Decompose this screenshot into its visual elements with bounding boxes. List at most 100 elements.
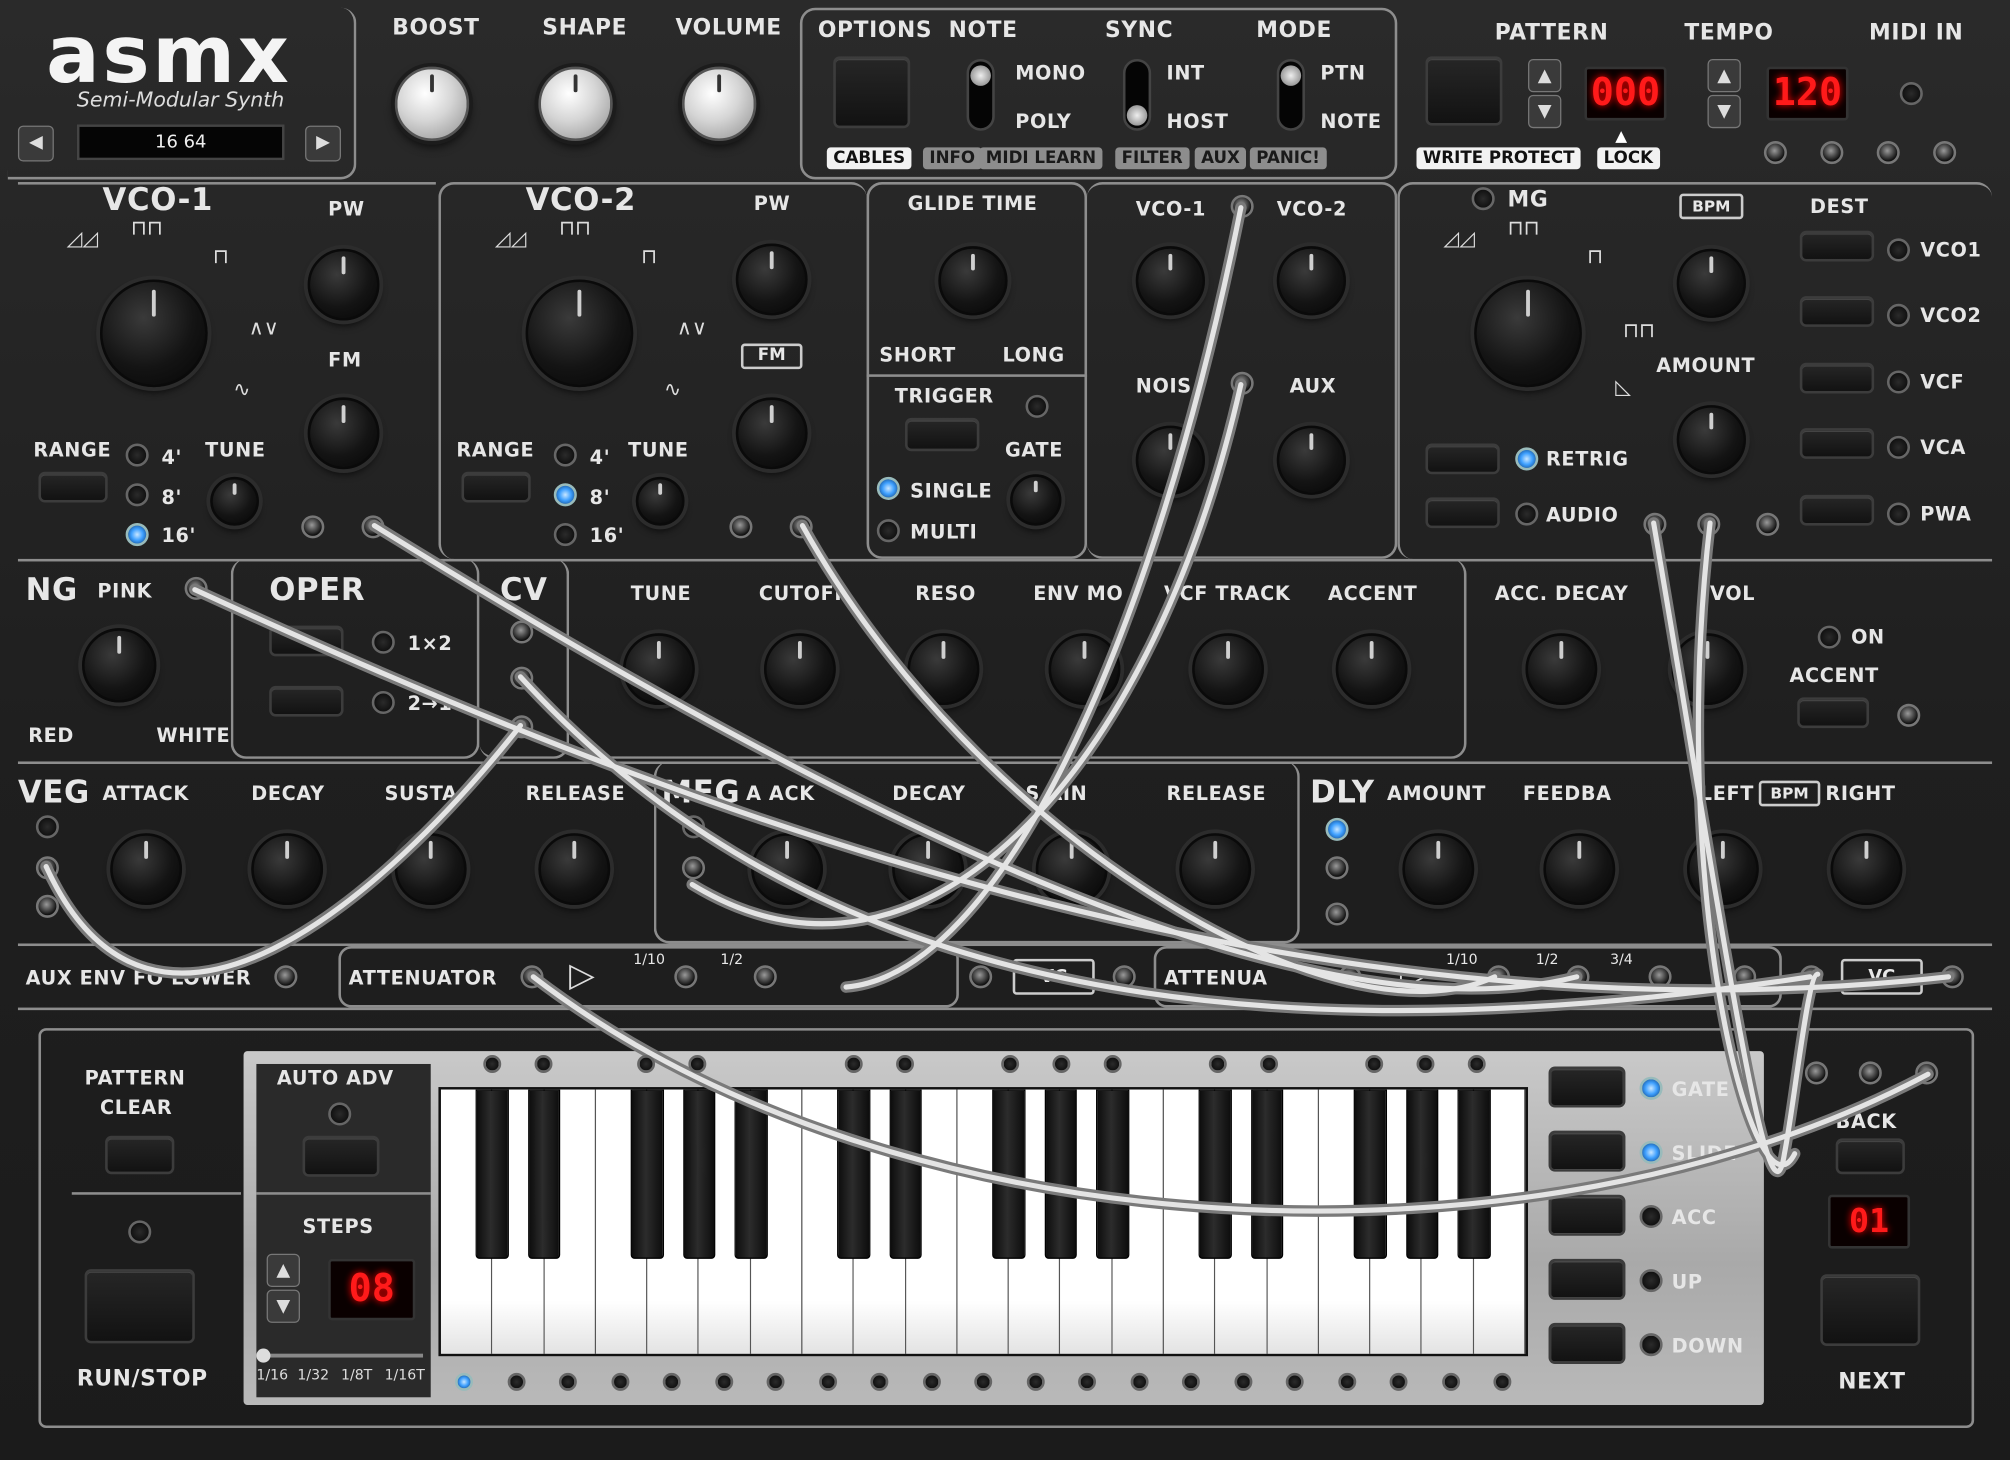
veg-sustain-knob[interactable]: [394, 833, 467, 906]
seq-jack-3[interactable]: [1915, 1061, 1939, 1085]
mg-rate-knob[interactable]: [1676, 248, 1746, 318]
black-key[interactable]: [631, 1089, 665, 1259]
acc-decay-knob[interactable]: [1525, 633, 1598, 706]
utility-jack-3[interactable]: [1112, 965, 1136, 989]
tempo-down-button[interactable]: ▼: [1707, 94, 1741, 129]
utility-jack-8[interactable]: [1940, 965, 1964, 989]
meg-jack-1[interactable]: [681, 856, 706, 880]
vco1-jack-out[interactable]: [361, 515, 385, 539]
volume-knob[interactable]: [681, 66, 757, 142]
keyboard[interactable]: [438, 1087, 1529, 1357]
black-key[interactable]: [1457, 1089, 1491, 1259]
cv-jack-3[interactable]: [510, 715, 534, 739]
steps-up-button[interactable]: ▲: [266, 1253, 300, 1288]
ng-jack[interactable]: [184, 576, 208, 600]
black-key[interactable]: [476, 1089, 510, 1259]
vco2-range-button[interactable]: [461, 471, 531, 503]
aux-tag[interactable]: AUX: [1194, 147, 1247, 170]
mg-amount-knob[interactable]: [1676, 405, 1746, 475]
pattern-clear-button[interactable]: [105, 1135, 175, 1175]
black-key[interactable]: [682, 1089, 716, 1259]
oper-2-button[interactable]: [269, 685, 344, 717]
mix-vco2-knob[interactable]: [1276, 246, 1346, 316]
mix-aux-knob[interactable]: [1276, 425, 1346, 495]
mix-jack-1[interactable]: [1230, 194, 1254, 218]
run-stop-button[interactable]: [84, 1269, 195, 1344]
vco1-range-16-led[interactable]: [125, 523, 149, 547]
black-key[interactable]: [1044, 1089, 1078, 1259]
filter-tune-knob[interactable]: [623, 633, 695, 706]
mg-wave-knob[interactable]: [1474, 279, 1582, 388]
oper-1-button[interactable]: [269, 625, 344, 657]
vco1-pw-knob[interactable]: [307, 248, 380, 321]
vco2-pw-knob[interactable]: [735, 243, 808, 316]
preset-next-button[interactable]: ▶: [305, 125, 341, 162]
down-button[interactable]: [1548, 1322, 1626, 1364]
vco2-fm-label[interactable]: FM: [740, 343, 803, 370]
utility-jack-5[interactable]: [1648, 965, 1672, 989]
note-toggle[interactable]: [966, 58, 995, 131]
cv-jack-1[interactable]: [510, 620, 534, 644]
lock-tag[interactable]: LOCK: [1597, 147, 1660, 170]
mix-jack-2[interactable]: [1230, 371, 1254, 395]
black-key[interactable]: [889, 1089, 923, 1259]
dly-feedback-knob[interactable]: [1543, 833, 1616, 906]
seq-jack-2[interactable]: [1858, 1061, 1882, 1085]
black-key[interactable]: [527, 1089, 561, 1259]
dest-vca-button[interactable]: [1799, 428, 1875, 459]
pattern-button[interactable]: [1425, 56, 1503, 126]
dly-right-knob[interactable]: [1830, 833, 1903, 906]
shape-knob[interactable]: [538, 66, 613, 142]
veg-jack-2[interactable]: [35, 894, 59, 918]
veg-release-knob[interactable]: [538, 833, 611, 906]
acc-button[interactable]: [1548, 1194, 1626, 1236]
info-tag[interactable]: INFO: [922, 147, 982, 170]
attenuator-jack-in[interactable]: [520, 965, 544, 989]
auto-adv-button[interactable]: [302, 1135, 380, 1177]
dly-jack-2[interactable]: [1325, 902, 1349, 926]
next-button[interactable]: [1820, 1274, 1921, 1346]
vco2-range-16-led[interactable]: [553, 523, 577, 547]
mg-jack-2[interactable]: [1697, 512, 1721, 536]
black-key[interactable]: [1354, 1089, 1388, 1259]
gate-knob[interactable]: [1010, 474, 1062, 526]
dly-bpm-label[interactable]: BPM: [1758, 780, 1821, 807]
vco1-jack-in[interactable]: [301, 515, 325, 539]
meg-attack-knob[interactable]: [751, 833, 823, 906]
vco2-range-4-led[interactable]: [553, 443, 577, 467]
retrig-button[interactable]: [1425, 443, 1500, 475]
mode-toggle[interactable]: [1276, 58, 1305, 131]
jack-top-4[interactable]: [1933, 141, 1957, 165]
ng-color-knob[interactable]: [82, 628, 157, 703]
midi-learn-tag[interactable]: MIDI LEARN: [979, 147, 1103, 170]
jack-top-2[interactable]: [1820, 141, 1844, 165]
preset-name-display[interactable]: 16 64: [76, 124, 285, 161]
veg-jack-1[interactable]: [35, 856, 59, 880]
glide-time-knob[interactable]: [938, 246, 1008, 316]
division-slider-thumb[interactable]: [256, 1348, 271, 1363]
veg-attack-knob[interactable]: [110, 833, 183, 906]
multi-led[interactable]: [876, 519, 900, 543]
jack-top-1[interactable]: [1763, 141, 1787, 165]
filter-accent-knob[interactable]: [1335, 633, 1408, 706]
attenuator-jack-out[interactable]: [674, 965, 698, 989]
cables-tag[interactable]: CABLES: [826, 147, 912, 170]
vco1-tune-knob[interactable]: [210, 476, 259, 526]
utility-jack-1[interactable]: [753, 965, 777, 989]
sync-toggle[interactable]: [1122, 58, 1152, 131]
audio-button[interactable]: [1425, 497, 1500, 529]
aux-env-jack[interactable]: [274, 965, 298, 989]
boost-knob[interactable]: [394, 66, 470, 142]
vco1-range-4-led[interactable]: [125, 443, 149, 467]
back-button[interactable]: [1835, 1138, 1905, 1175]
filter-cutoff-knob[interactable]: [764, 633, 836, 706]
dest-vco2-button[interactable]: [1799, 296, 1875, 327]
black-key[interactable]: [1095, 1089, 1129, 1259]
vco2-jack-in[interactable]: [729, 515, 753, 539]
attenuator2-jack-in[interactable]: [1338, 965, 1362, 989]
jack-top-3[interactable]: [1876, 141, 1900, 165]
write-protect-tag[interactable]: WRITE PROTECT: [1416, 147, 1581, 170]
black-key[interactable]: [992, 1089, 1026, 1259]
up-button[interactable]: [1548, 1258, 1626, 1300]
black-key[interactable]: [1405, 1089, 1439, 1259]
